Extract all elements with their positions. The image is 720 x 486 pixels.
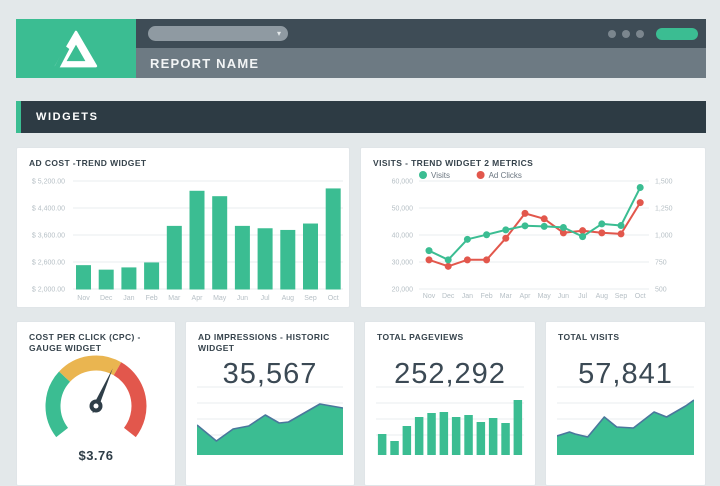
menu-dot [622, 30, 630, 38]
svg-text:40,000: 40,000 [392, 233, 414, 240]
svg-text:Ad Clicks: Ad Clicks [489, 171, 522, 180]
widget-ad-cost-trend[interactable]: AD COST -TREND WIDGET $ 5,200.00 $ 4,400.… [16, 147, 350, 308]
svg-text:Oct: Oct [328, 295, 339, 302]
report-header-bar: REPORT NAME [136, 48, 706, 78]
svg-text:Sep: Sep [304, 295, 317, 302]
svg-text:20,000: 20,000 [392, 287, 414, 294]
navbar-actions [608, 28, 698, 40]
svg-text:$ 2,000.00: $ 2,000.00 [32, 287, 65, 294]
cpc-gauge-chart: $3.76 [28, 350, 164, 470]
app-logo[interactable] [16, 19, 136, 78]
top-navbar: ▾ REPORT NAME [16, 19, 706, 78]
svg-text:Sep: Sep [615, 293, 628, 300]
svg-text:$ 4,400.00: $ 4,400.00 [32, 206, 65, 213]
widgets-section-header: WIDGETS [16, 101, 706, 133]
svg-text:$3.76: $3.76 [78, 448, 113, 463]
svg-text:Dec: Dec [442, 293, 455, 300]
drive-triangle-icon [53, 29, 99, 69]
svg-text:Visits: Visits [431, 171, 450, 180]
svg-text:1,500: 1,500 [655, 179, 673, 186]
primary-action-button[interactable] [656, 28, 698, 40]
widget-ad-impressions[interactable]: AD IMPRESSIONS - HISTORIC WIDGET 35,567 [185, 321, 355, 486]
svg-text:Apr: Apr [192, 295, 204, 302]
widget-title: VISITS - TREND WIDGET 2 METRICS [361, 148, 705, 169]
pageviews-bar-chart [376, 385, 524, 455]
ad-cost-bar-chart: $ 5,200.00 $ 4,400.00 $ 3,600.00 $ 2,600.00… [21, 169, 347, 307]
svg-text:Oct: Oct [635, 293, 646, 300]
svg-text:May: May [213, 295, 227, 302]
svg-text:Jun: Jun [237, 295, 248, 302]
svg-text:500: 500 [655, 287, 667, 294]
svg-text:Jul: Jul [578, 293, 587, 300]
svg-text:Jan: Jan [123, 295, 134, 302]
report-selector-dropdown[interactable]: ▾ [148, 26, 288, 41]
svg-text:Dec: Dec [100, 295, 113, 302]
widget-title: TOTAL VISITS [546, 322, 705, 343]
widget-title: TOTAL PAGEVIEWS [365, 322, 535, 343]
svg-text:Jan: Jan [462, 293, 473, 300]
impressions-area-chart [197, 385, 343, 455]
widget-cpc-gauge[interactable]: COST PER CLICK (CPC) - GAUGE WIDGET $3.7… [16, 321, 176, 486]
svg-text:30,000: 30,000 [392, 260, 414, 267]
svg-text:Aug: Aug [596, 293, 609, 300]
section-title: WIDGETS [21, 111, 99, 123]
widgets-row-2: COST PER CLICK (CPC) - GAUGE WIDGET $3.7… [16, 321, 706, 486]
widget-title: AD COST -TREND WIDGET [17, 148, 349, 169]
svg-text:Apr: Apr [520, 293, 532, 300]
report-title: REPORT NAME [136, 56, 259, 71]
svg-text:Mar: Mar [500, 293, 513, 300]
svg-text:Jun: Jun [558, 293, 569, 300]
widget-visits-trend[interactable]: VISITS - TREND WIDGET 2 METRICS 60,000 1,… [360, 147, 706, 308]
svg-text:Nov: Nov [77, 295, 90, 302]
menu-dot [608, 30, 616, 38]
svg-text:$ 3,600.00: $ 3,600.00 [32, 233, 65, 240]
svg-text:Nov: Nov [423, 293, 436, 300]
menu-dot [636, 30, 644, 38]
widgets-row-1: AD COST -TREND WIDGET $ 5,200.00 $ 4,400.… [16, 147, 706, 308]
widget-title: AD IMPRESSIONS - HISTORIC WIDGET [186, 322, 354, 354]
svg-text:Feb: Feb [481, 293, 493, 300]
svg-text:Feb: Feb [146, 295, 158, 302]
visits-area-chart [557, 385, 694, 455]
svg-text:$ 2,600.00: $ 2,600.00 [32, 260, 65, 267]
svg-text:$ 5,200.00: $ 5,200.00 [32, 179, 65, 186]
svg-text:Aug: Aug [282, 295, 295, 302]
dashboard: ▾ REPORT NAME WIDGETS AD COST -TREND WID… [16, 19, 706, 486]
svg-text:750: 750 [655, 260, 667, 267]
svg-text:1,000: 1,000 [655, 233, 673, 240]
widget-total-visits[interactable]: TOTAL VISITS 57,841 [545, 321, 706, 486]
svg-text:1,250: 1,250 [655, 206, 673, 213]
navbar-top-row: ▾ [136, 19, 706, 48]
svg-text:Jul: Jul [261, 295, 270, 302]
svg-text:50,000: 50,000 [392, 206, 414, 213]
chevron-down-icon: ▾ [277, 28, 281, 39]
menu-dots [608, 30, 644, 38]
svg-text:60,000: 60,000 [392, 179, 414, 186]
visits-line-chart: 60,000 1,500 50,000 1,250 40,000 1,000 30,000 7… [361, 169, 707, 307]
widget-total-pageviews[interactable]: TOTAL PAGEVIEWS 252,292 [364, 321, 536, 486]
svg-text:Mar: Mar [168, 295, 181, 302]
svg-text:May: May [538, 293, 552, 300]
